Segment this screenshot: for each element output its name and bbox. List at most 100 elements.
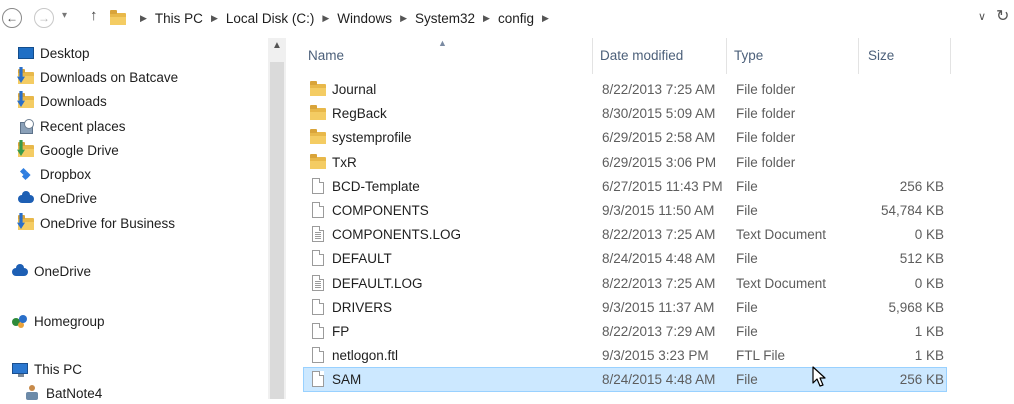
breadcrumb-item[interactable]: config: [498, 11, 534, 26]
address-bar: ← → ▾ ↑ ▶ This PC ▶ Local Disk (C:) ▶ Wi…: [0, 0, 1014, 36]
nav-item-label: Google Drive: [40, 142, 119, 158]
file-type: File folder: [736, 130, 796, 146]
date-modified: 6/27/2015 11:43 PM: [602, 178, 723, 194]
chevron-right-icon[interactable]: ▶: [400, 13, 407, 24]
file-name: BCD-Template: [332, 178, 420, 194]
text-document-icon: [310, 274, 326, 292]
file-name: DEFAULT.LOG: [332, 275, 423, 291]
recent-locations-chevron-icon[interactable]: ▾: [62, 10, 67, 21]
forward-button[interactable]: →: [34, 8, 54, 28]
breadcrumb-item[interactable]: Windows: [337, 11, 392, 26]
file-type: Text Document: [736, 275, 827, 291]
column-header-date-modified[interactable]: Date modified: [600, 38, 683, 74]
file-name: netlogon.ftl: [332, 348, 399, 364]
nav-item-downloads-on-batcave[interactable]: Downloads on Batcave: [17, 66, 178, 88]
folder-download-icon: [17, 67, 34, 85]
up-arrow-icon[interactable]: ↑: [90, 7, 98, 24]
column-divider[interactable]: [858, 38, 859, 74]
nav-item-onedrive-for-business[interactable]: OneDrive for Business: [17, 212, 175, 234]
column-header-size[interactable]: Size: [868, 38, 894, 74]
table-row[interactable]: DRIVERS 9/3/2015 11:37 AM File 5,968 KB: [304, 296, 946, 319]
folder-icon: [310, 105, 326, 122]
date-modified: 8/30/2015 5:09 AM: [602, 106, 716, 122]
date-modified: 9/3/2015 11:50 AM: [602, 203, 715, 218]
file-type: FTL File: [736, 348, 786, 364]
file-size: [864, 78, 944, 101]
nav-item-label: Homegroup: [34, 313, 105, 329]
file-name: TxR: [332, 154, 357, 170]
column-header-type[interactable]: Type: [734, 38, 763, 74]
chevron-right-icon[interactable]: ▶: [140, 13, 147, 24]
table-row[interactable]: RegBack 8/30/2015 5:09 AM File folder: [304, 102, 946, 125]
table-row[interactable]: TxR 6/29/2015 3:06 PM File folder: [304, 151, 946, 174]
chevron-right-icon[interactable]: ▶: [211, 13, 218, 24]
nav-item-homegroup[interactable]: Homegroup: [12, 310, 105, 332]
table-row[interactable]: FP 8/22/2013 7:29 AM File 1 KB: [304, 320, 946, 343]
file-type: File folder: [736, 82, 796, 97]
mouse-cursor-icon: [812, 366, 826, 387]
file-name: DEFAULT: [332, 251, 392, 267]
nav-item-label: BatNote4: [46, 385, 103, 401]
file-type: Text Document: [736, 227, 827, 243]
file-type: File: [736, 299, 758, 315]
table-row[interactable]: SAM 8/24/2015 4:48 AM File 256 KB: [303, 367, 947, 393]
date-modified: 6/29/2015 3:06 PM: [602, 154, 717, 170]
breadcrumb[interactable]: ▶ This PC ▶ Local Disk (C:) ▶ Windows ▶ …: [110, 7, 970, 29]
table-row[interactable]: DEFAULT 8/24/2015 4:48 AM File 512 KB: [304, 247, 946, 270]
chevron-right-icon[interactable]: ▶: [542, 13, 549, 24]
folder-download-icon: [17, 91, 34, 109]
column-divider[interactable]: [950, 38, 951, 74]
date-modified: 8/22/2013 7:25 AM: [602, 82, 716, 97]
text-document-icon: [310, 226, 326, 243]
address-dropdown-icon[interactable]: ∨: [978, 10, 986, 23]
column-divider[interactable]: [592, 38, 593, 74]
nav-item-google-drive[interactable]: Google Drive: [17, 139, 119, 161]
table-row[interactable]: netlogon.ftl 9/3/2015 3:23 PM FTL File 1 KB: [304, 344, 946, 367]
file-size: 0 KB: [914, 275, 944, 291]
nav-item-onedrive-root[interactable]: OneDrive: [12, 260, 91, 282]
breadcrumb-item[interactable]: System32: [415, 11, 475, 26]
table-row[interactable]: DEFAULT.LOG 8/22/2013 7:25 AM Text Documen…: [304, 272, 946, 295]
onedrive-icon: [12, 263, 28, 279]
nav-item-this-pc[interactable]: This PC: [12, 358, 82, 380]
file-type: File: [736, 372, 758, 388]
back-button[interactable]: ←: [2, 8, 22, 28]
nav-item-label: Dropbox: [40, 166, 92, 182]
refresh-icon[interactable]: ↻: [996, 6, 1009, 26]
table-row[interactable]: COMPONENTS 9/3/2015 11:50 AM File 54,784 KB: [304, 199, 946, 222]
file-name: systemprofile: [332, 130, 412, 146]
scrollbar-thumb[interactable]: [270, 62, 284, 399]
table-row[interactable]: Journal 8/22/2013 7:25 AM File folder: [304, 78, 946, 101]
table-row[interactable]: COMPONENTS.LOG 8/22/2013 7:25 AM Text Docu…: [304, 223, 946, 246]
column-divider[interactable]: [726, 38, 727, 74]
file-name: SAM: [332, 372, 362, 388]
navigation-pane-scrollbar[interactable]: ▲: [268, 38, 286, 399]
breadcrumb-item[interactable]: Local Disk (C:): [226, 11, 315, 26]
chevron-right-icon[interactable]: ▶: [483, 13, 490, 24]
navigation-pane: Desktop Downloads on Batcave Downloads R…: [0, 38, 268, 401]
chevron-right-icon[interactable]: ▶: [322, 13, 329, 24]
date-modified: 9/3/2015 11:37 AM: [602, 299, 715, 315]
date-modified: 6/29/2015 2:58 AM: [602, 130, 716, 146]
dropbox-icon: [18, 166, 34, 182]
table-row[interactable]: BCD-Template 6/27/2015 11:43 PM File 256 KB: [304, 175, 946, 198]
sort-ascending-icon: ▲: [438, 38, 447, 48]
nav-item-recent-places[interactable]: Recent places: [18, 115, 126, 137]
nav-item-desktop[interactable]: Desktop: [18, 42, 90, 64]
file-name: DRIVERS: [332, 299, 393, 315]
date-modified: 8/22/2013 7:25 AM: [602, 275, 716, 291]
scroll-up-arrow-icon[interactable]: ▲: [272, 40, 282, 51]
file-icon: [310, 250, 326, 267]
nav-item-batnote4[interactable]: BatNote4: [24, 382, 102, 404]
breadcrumb-item[interactable]: This PC: [155, 11, 203, 26]
nav-item-downloads[interactable]: Downloads: [17, 90, 107, 112]
nav-item-label: Downloads: [40, 93, 107, 109]
nav-item-dropbox[interactable]: Dropbox: [18, 163, 91, 185]
date-modified: 9/3/2015 3:23 PM: [602, 348, 709, 364]
date-modified: 8/22/2013 7:25 AM: [602, 227, 716, 243]
file-name: COMPONENTS.LOG: [332, 227, 462, 243]
column-header-name[interactable]: Name: [308, 38, 344, 74]
table-row[interactable]: systemprofile 6/29/2015 2:58 AM File folde…: [304, 126, 946, 149]
date-modified: 8/24/2015 4:48 AM: [602, 251, 716, 267]
nav-item-onedrive[interactable]: OneDrive: [18, 187, 97, 209]
